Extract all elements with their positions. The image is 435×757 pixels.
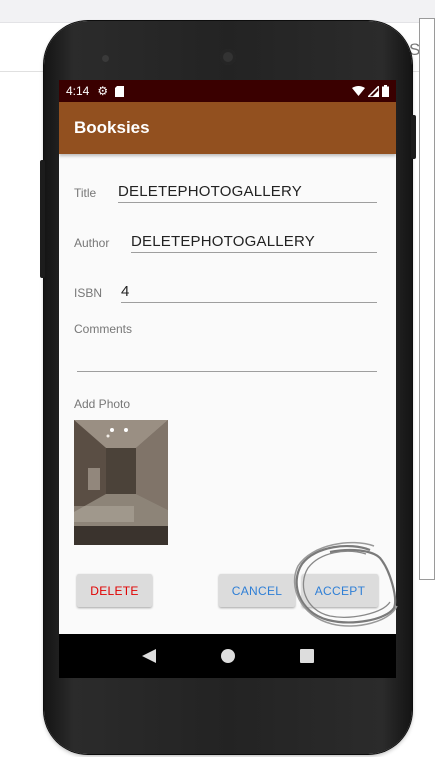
book-photo[interactable] xyxy=(74,420,168,545)
title-label: Title xyxy=(74,186,97,200)
title-input[interactable]: DELETEPHOTOGALLERY xyxy=(118,182,377,203)
recents-icon[interactable] xyxy=(299,649,314,663)
phone-speaker xyxy=(220,49,236,65)
author-input[interactable]: DELETEPHOTOGALLERY xyxy=(131,232,377,253)
isbn-input[interactable]: 4 xyxy=(121,282,377,303)
back-icon[interactable] xyxy=(141,649,156,663)
sd-card-icon xyxy=(115,85,125,97)
comments-label: Comments xyxy=(74,322,133,336)
add-photo-label: Add Photo xyxy=(74,397,131,411)
app-bar: Booksies xyxy=(59,102,396,154)
status-time: 4:14 xyxy=(66,84,90,98)
home-icon[interactable] xyxy=(220,649,235,663)
desktop-top-bar xyxy=(0,0,435,23)
author-label: Author xyxy=(74,236,110,250)
delete-button[interactable]: DELETE xyxy=(77,574,152,607)
cancel-button[interactable]: CANCEL xyxy=(219,574,295,607)
phone-volume-button xyxy=(411,115,416,159)
wifi-icon xyxy=(352,86,365,96)
comments-input[interactable] xyxy=(77,351,377,372)
nav-bar xyxy=(59,634,396,678)
hand-drawn-circle-annotation xyxy=(293,541,398,627)
desktop-side-panel xyxy=(419,18,435,580)
settings-icon: ⚙ xyxy=(97,84,109,98)
phone-power-button xyxy=(40,160,45,278)
isbn-label: ISBN xyxy=(74,286,103,300)
status-bar: 4:14 ⚙ xyxy=(59,80,396,102)
app-title: Booksies xyxy=(74,118,150,137)
signal-icon xyxy=(368,85,379,97)
phone-sensor xyxy=(102,55,109,62)
battery-icon xyxy=(382,85,389,97)
